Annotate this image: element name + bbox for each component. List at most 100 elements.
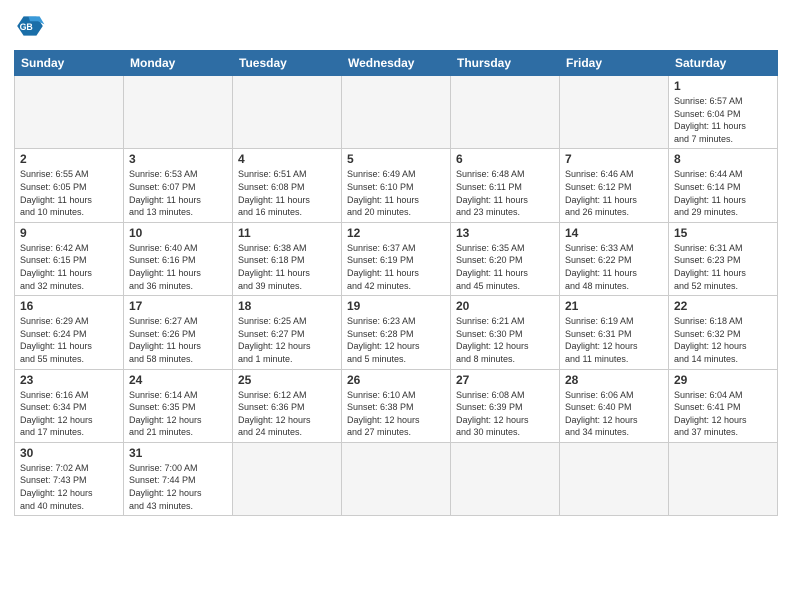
weekday-header-row: SundayMondayTuesdayWednesdayThursdayFrid… bbox=[15, 51, 778, 76]
day-number: 11 bbox=[238, 226, 336, 240]
weekday-header-thursday: Thursday bbox=[451, 51, 560, 76]
day-number: 12 bbox=[347, 226, 445, 240]
day-number: 21 bbox=[565, 299, 663, 313]
day-number: 2 bbox=[20, 152, 118, 166]
calendar-day-cell bbox=[669, 442, 778, 515]
calendar-day-cell: 4Sunrise: 6:51 AM Sunset: 6:08 PM Daylig… bbox=[233, 149, 342, 222]
calendar-day-cell: 5 Sunrise: 6:49 AM Sunset: 6:10 PM Daylig… bbox=[342, 149, 451, 222]
day-info: Sunrise: 7:00 AM Sunset: 7:44 PM Dayligh… bbox=[129, 462, 227, 512]
day-number: 1 bbox=[674, 79, 772, 93]
day-number: 19 bbox=[347, 299, 445, 313]
day-number: 31 bbox=[129, 446, 227, 460]
calendar-day-cell: 27 Sunrise: 6:08 AM Sunset: 6:39 PM Dayli… bbox=[451, 369, 560, 442]
calendar-day-cell bbox=[342, 442, 451, 515]
day-number: 3 bbox=[129, 152, 227, 166]
day-number: 17 bbox=[129, 299, 227, 313]
calendar-day-cell: 26 Sunrise: 6:10 AM Sunset: 6:38 PM Dayli… bbox=[342, 369, 451, 442]
day-info: Sunrise: 6:10 AM Sunset: 6:38 PM Dayligh… bbox=[347, 389, 445, 439]
calendar-day-cell: 12 Sunrise: 6:37 AM Sunset: 6:19 PM Dayli… bbox=[342, 222, 451, 295]
calendar-day-cell: 7 Sunrise: 6:46 AM Sunset: 6:12 PM Daylig… bbox=[560, 149, 669, 222]
calendar-day-cell bbox=[124, 76, 233, 149]
calendar-day-cell: 10Sunrise: 6:40 AM Sunset: 6:16 PM Dayli… bbox=[124, 222, 233, 295]
logo: GB bbox=[14, 10, 50, 42]
calendar-week-row: 16Sunrise: 6:29 AM Sunset: 6:24 PM Dayli… bbox=[15, 296, 778, 369]
day-number: 15 bbox=[674, 226, 772, 240]
day-number: 6 bbox=[456, 152, 554, 166]
day-info: Sunrise: 6:31 AM Sunset: 6:23 PM Dayligh… bbox=[674, 242, 772, 292]
day-number: 13 bbox=[456, 226, 554, 240]
day-number: 20 bbox=[456, 299, 554, 313]
day-info: Sunrise: 6:18 AM Sunset: 6:32 PM Dayligh… bbox=[674, 315, 772, 365]
day-info: Sunrise: 6:53 AM Sunset: 6:07 PM Dayligh… bbox=[129, 168, 227, 218]
calendar-day-cell: 31 Sunrise: 7:00 AM Sunset: 7:44 PM Dayli… bbox=[124, 442, 233, 515]
calendar-day-cell bbox=[15, 76, 124, 149]
day-number: 28 bbox=[565, 373, 663, 387]
calendar-day-cell: 22 Sunrise: 6:18 AM Sunset: 6:32 PM Dayli… bbox=[669, 296, 778, 369]
day-number: 30 bbox=[20, 446, 118, 460]
calendar-day-cell: 2Sunrise: 6:55 AM Sunset: 6:05 PM Daylig… bbox=[15, 149, 124, 222]
day-info: Sunrise: 6:42 AM Sunset: 6:15 PM Dayligh… bbox=[20, 242, 118, 292]
calendar-day-cell: 28 Sunrise: 6:06 AM Sunset: 6:40 PM Dayli… bbox=[560, 369, 669, 442]
day-number: 23 bbox=[20, 373, 118, 387]
day-number: 4 bbox=[238, 152, 336, 166]
calendar-body: 1 Sunrise: 6:57 AM Sunset: 6:04 PM Daylig… bbox=[15, 76, 778, 516]
calendar-day-cell: 30 Sunrise: 7:02 AM Sunset: 7:43 PM Dayli… bbox=[15, 442, 124, 515]
day-info: Sunrise: 6:57 AM Sunset: 6:04 PM Dayligh… bbox=[674, 95, 772, 145]
calendar-week-row: 23 Sunrise: 6:16 AM Sunset: 6:34 PM Dayli… bbox=[15, 369, 778, 442]
day-info: Sunrise: 6:19 AM Sunset: 6:31 PM Dayligh… bbox=[565, 315, 663, 365]
weekday-header-friday: Friday bbox=[560, 51, 669, 76]
day-number: 5 bbox=[347, 152, 445, 166]
day-number: 27 bbox=[456, 373, 554, 387]
day-info: Sunrise: 6:46 AM Sunset: 6:12 PM Dayligh… bbox=[565, 168, 663, 218]
calendar-week-row: 9 Sunrise: 6:42 AM Sunset: 6:15 PM Daylig… bbox=[15, 222, 778, 295]
day-info: Sunrise: 6:44 AM Sunset: 6:14 PM Dayligh… bbox=[674, 168, 772, 218]
calendar-day-cell: 1 Sunrise: 6:57 AM Sunset: 6:04 PM Daylig… bbox=[669, 76, 778, 149]
day-info: Sunrise: 6:49 AM Sunset: 6:10 PM Dayligh… bbox=[347, 168, 445, 218]
svg-text:GB: GB bbox=[20, 22, 33, 32]
weekday-header-monday: Monday bbox=[124, 51, 233, 76]
day-number: 10 bbox=[129, 226, 227, 240]
generalblue-logo-icon: GB bbox=[14, 10, 46, 42]
day-info: Sunrise: 6:29 AM Sunset: 6:24 PM Dayligh… bbox=[20, 315, 118, 365]
day-info: Sunrise: 6:12 AM Sunset: 6:36 PM Dayligh… bbox=[238, 389, 336, 439]
calendar-day-cell: 19 Sunrise: 6:23 AM Sunset: 6:28 PM Dayli… bbox=[342, 296, 451, 369]
calendar-day-cell: 21 Sunrise: 6:19 AM Sunset: 6:31 PM Dayli… bbox=[560, 296, 669, 369]
day-number: 9 bbox=[20, 226, 118, 240]
weekday-header-wednesday: Wednesday bbox=[342, 51, 451, 76]
day-number: 8 bbox=[674, 152, 772, 166]
calendar-day-cell: 11 Sunrise: 6:38 AM Sunset: 6:18 PM Dayli… bbox=[233, 222, 342, 295]
calendar-day-cell bbox=[342, 76, 451, 149]
day-info: Sunrise: 6:25 AM Sunset: 6:27 PM Dayligh… bbox=[238, 315, 336, 365]
day-number: 29 bbox=[674, 373, 772, 387]
calendar-day-cell bbox=[560, 442, 669, 515]
day-number: 26 bbox=[347, 373, 445, 387]
calendar-day-cell: 25Sunrise: 6:12 AM Sunset: 6:36 PM Dayli… bbox=[233, 369, 342, 442]
day-info: Sunrise: 6:16 AM Sunset: 6:34 PM Dayligh… bbox=[20, 389, 118, 439]
calendar-day-cell bbox=[560, 76, 669, 149]
day-info: Sunrise: 7:02 AM Sunset: 7:43 PM Dayligh… bbox=[20, 462, 118, 512]
day-number: 7 bbox=[565, 152, 663, 166]
day-info: Sunrise: 6:38 AM Sunset: 6:18 PM Dayligh… bbox=[238, 242, 336, 292]
calendar-day-cell: 3 Sunrise: 6:53 AM Sunset: 6:07 PM Daylig… bbox=[124, 149, 233, 222]
day-info: Sunrise: 6:08 AM Sunset: 6:39 PM Dayligh… bbox=[456, 389, 554, 439]
calendar-day-cell: 24Sunrise: 6:14 AM Sunset: 6:35 PM Dayli… bbox=[124, 369, 233, 442]
calendar-day-cell: 29Sunrise: 6:04 AM Sunset: 6:41 PM Dayli… bbox=[669, 369, 778, 442]
calendar-day-cell bbox=[451, 442, 560, 515]
day-number: 18 bbox=[238, 299, 336, 313]
calendar-day-cell: 9 Sunrise: 6:42 AM Sunset: 6:15 PM Daylig… bbox=[15, 222, 124, 295]
weekday-header-saturday: Saturday bbox=[669, 51, 778, 76]
calendar-day-cell: 6Sunrise: 6:48 AM Sunset: 6:11 PM Daylig… bbox=[451, 149, 560, 222]
day-number: 22 bbox=[674, 299, 772, 313]
day-info: Sunrise: 6:23 AM Sunset: 6:28 PM Dayligh… bbox=[347, 315, 445, 365]
weekday-header-sunday: Sunday bbox=[15, 51, 124, 76]
calendar-day-cell bbox=[233, 76, 342, 149]
calendar-day-cell: 14Sunrise: 6:33 AM Sunset: 6:22 PM Dayli… bbox=[560, 222, 669, 295]
day-info: Sunrise: 6:06 AM Sunset: 6:40 PM Dayligh… bbox=[565, 389, 663, 439]
calendar-day-cell: 8 Sunrise: 6:44 AM Sunset: 6:14 PM Daylig… bbox=[669, 149, 778, 222]
day-info: Sunrise: 6:37 AM Sunset: 6:19 PM Dayligh… bbox=[347, 242, 445, 292]
calendar-week-row: 30 Sunrise: 7:02 AM Sunset: 7:43 PM Dayli… bbox=[15, 442, 778, 515]
day-info: Sunrise: 6:33 AM Sunset: 6:22 PM Dayligh… bbox=[565, 242, 663, 292]
day-info: Sunrise: 6:27 AM Sunset: 6:26 PM Dayligh… bbox=[129, 315, 227, 365]
calendar-day-cell: 17 Sunrise: 6:27 AM Sunset: 6:26 PM Dayli… bbox=[124, 296, 233, 369]
day-info: Sunrise: 6:21 AM Sunset: 6:30 PM Dayligh… bbox=[456, 315, 554, 365]
